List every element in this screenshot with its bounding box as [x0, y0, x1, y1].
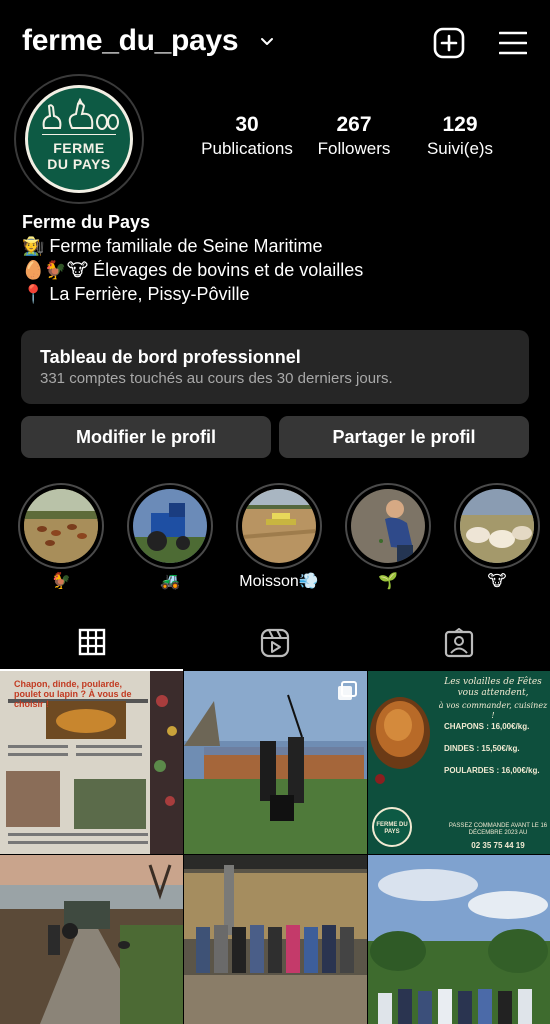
- content-tabs: [0, 616, 550, 672]
- dashboard-title: Tableau de bord professionnel: [40, 347, 301, 367]
- highlight-label: 🚜: [160, 573, 180, 590]
- grid-icon: [78, 628, 105, 656]
- tab-reels[interactable]: [183, 616, 366, 670]
- bio-line-location: 📍 La Ferrière, Pissy-Pôville: [22, 284, 250, 304]
- share-profile-button[interactable]: Partager le profil: [279, 416, 529, 458]
- farm-animals-logo-icon: [42, 98, 119, 130]
- avatar-text-line2: DU PAYS: [47, 156, 111, 172]
- bio: Ferme du Pays 🧑‍🌾 Ferme familiale de Sei…: [22, 210, 532, 306]
- avatar[interactable]: FERME DU PAYS: [14, 74, 144, 204]
- promo-title: Les volailles de Fêtes vous attendent,: [444, 677, 542, 698]
- promo-item: DINDES : 15,50€/kg.: [444, 744, 520, 753]
- promo-item: CHAPONS : 16,00€/kg.: [444, 722, 530, 731]
- profile-page: ferme_du_pays FERME DU PAYS 30 Publicati…: [0, 0, 550, 1024]
- highlight-label: 🐮: [487, 573, 507, 590]
- profile-name: Ferme du Pays: [22, 212, 151, 232]
- menu-icon[interactable]: [499, 30, 527, 56]
- highlight-poultry[interactable]: [18, 483, 104, 569]
- highlight-harvest[interactable]: [236, 483, 322, 569]
- promo-item: POULARDES : 16,00€/kg.: [444, 766, 540, 775]
- reels-icon: [260, 628, 289, 658]
- top-bar: ferme_du_pays: [0, 20, 550, 68]
- chevron-down-icon[interactable]: [259, 34, 275, 50]
- followers-count[interactable]: 267 Followers: [305, 112, 403, 160]
- promo-subtitle: à vos commander, cuisinez !: [438, 701, 548, 720]
- tagged-icon: [444, 628, 473, 658]
- username-switcher[interactable]: ferme_du_pays: [22, 24, 239, 58]
- post-country-road[interactable]: [0, 855, 183, 1024]
- highlight-crops[interactable]: [345, 483, 431, 569]
- highlight-cover: [460, 489, 534, 563]
- post-holiday-poultry-promo[interactable]: Les volailles de Fêtes vous attendent, à…: [368, 671, 550, 854]
- post-group-barn[interactable]: [184, 855, 367, 1024]
- post-group-orchard[interactable]: [368, 855, 550, 1024]
- professional-dashboard[interactable]: Tableau de bord professionnel 331 compte…: [21, 330, 529, 404]
- newspaper-headline: Chapon, dinde, poularde, poulet ou lapin…: [14, 679, 132, 709]
- highlight-label: Moisson💨: [239, 573, 319, 590]
- bio-line: 🧑‍🌾 Ferme familiale de Seine Maritime: [22, 236, 323, 256]
- highlight-label: 🌱: [378, 573, 398, 590]
- stat-value: 267: [336, 113, 372, 136]
- highlight-cattle[interactable]: [454, 483, 540, 569]
- dashboard-subtitle: 331 comptes touchés au cours des 30 dern…: [40, 370, 393, 387]
- posts-count[interactable]: 30 Publications: [197, 112, 297, 160]
- following-count[interactable]: 129 Suivi(e)s: [414, 112, 506, 160]
- stat-value: 129: [442, 113, 478, 136]
- bio-line: 🥚🐓🐮 Élevages de bovins et de volailles: [22, 260, 364, 280]
- carousel-icon: [338, 681, 357, 700]
- stat-value: 30: [235, 113, 259, 136]
- promo-logo: FERME DU PAYS: [372, 807, 412, 847]
- stat-label: Followers: [317, 139, 391, 158]
- stat-label: Publications: [201, 139, 293, 158]
- highlight-cover: [351, 489, 425, 563]
- stat-label: Suivi(e)s: [426, 139, 494, 158]
- highlight-cover: [133, 489, 207, 563]
- highlight-cover: [24, 489, 98, 563]
- promo-phone: 02 35 75 44 19: [471, 841, 525, 850]
- new-post-icon[interactable]: [433, 27, 465, 59]
- edit-profile-button[interactable]: Modifier le profil: [21, 416, 271, 458]
- highlight-cover: [242, 489, 316, 563]
- post-newspaper[interactable]: Chapon, dinde, poularde, poulet ou lapin…: [0, 671, 183, 854]
- avatar-text-line1: FERME: [53, 140, 105, 156]
- promo-note: PASSEZ COMMANDE AVANT LE 16 DÉCEMBRE 202…: [448, 823, 548, 836]
- highlight-label: 🐓: [51, 573, 71, 590]
- highlight-tractor[interactable]: [127, 483, 213, 569]
- avatar-image: FERME DU PAYS: [25, 85, 133, 193]
- post-filming[interactable]: [184, 671, 367, 854]
- posts-grid: Chapon, dinde, poularde, poulet ou lapin…: [0, 671, 550, 1024]
- tab-grid[interactable]: [0, 616, 183, 671]
- tab-tagged[interactable]: [367, 616, 550, 670]
